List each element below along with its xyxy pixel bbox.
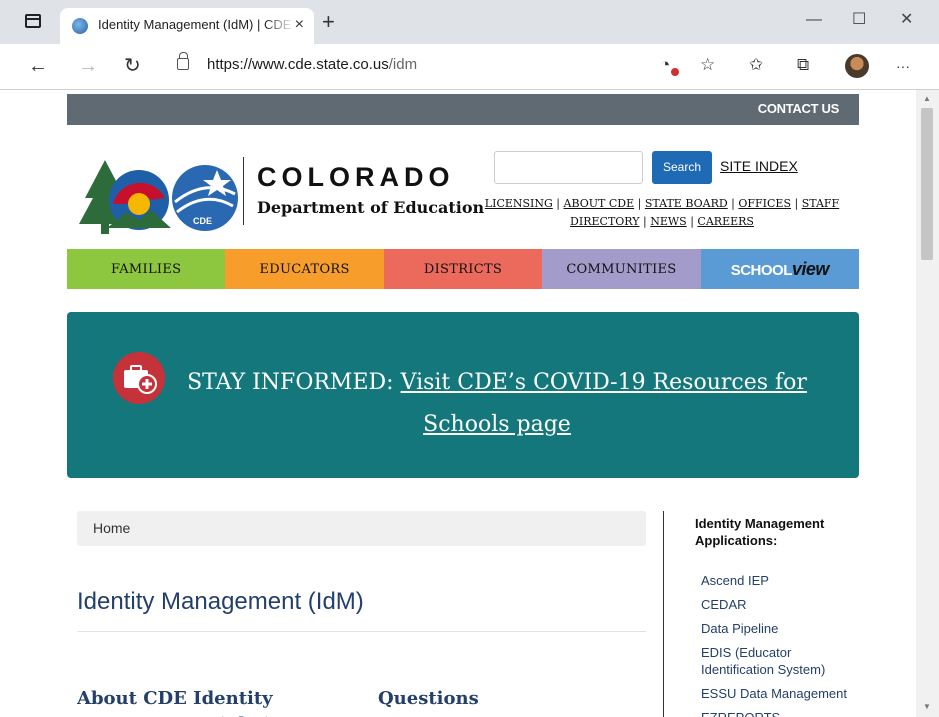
address-bar[interactable]: https://www.cde.state.co.us/idm [207,56,417,73]
settings-menu-icon[interactable]: ··· [896,56,910,76]
sidebar-heading: Identity Management Applications: [695,516,825,548]
logo-badge-text: CDE [193,216,212,226]
schoolview-logo: SCHOOLview [730,258,830,280]
sidebar-item-ezreports[interactable]: EZREPORTS [701,709,861,717]
banner-message: STAY INFORMED: Visit CDE’s COVID-19 Reso… [177,362,817,446]
sidebar-app-list: Ascend IEP CEDAR Data Pipeline EDIS (Edu… [701,572,861,717]
main-nav: FAMILIES EDUCATORS DISTRICTS COMMUNITIES… [67,249,860,289]
forward-button[interactable]: → [78,56,98,76]
back-button[interactable]: ← [28,56,48,76]
covid-banner: STAY INFORMED: Visit CDE’s COVID-19 Reso… [67,312,859,478]
sidebar-divider [663,511,664,717]
browser-tab-strip: Identity Management (IdM) | CDE × + — ☐ … [0,0,939,44]
page-title: Identity Management (IdM) [77,588,364,615]
nav-communities[interactable]: COMMUNITIES [542,249,701,289]
sidebar-item-edis[interactable]: EDIS (Educator Identification System) [701,644,861,678]
lock-icon[interactable] [177,52,189,70]
careers-link[interactable]: CAREERS [697,215,754,228]
minimize-button[interactable]: — [806,10,822,30]
scroll-thumb[interactable] [921,108,933,260]
search-input[interactable] [494,151,643,184]
active-tab[interactable]: Identity Management (IdM) | CDE × [60,8,314,44]
news-link[interactable]: NEWS [650,215,687,228]
tab-actions-icon[interactable] [25,14,41,28]
url-host: https://www.cde.state.co.us [207,56,389,73]
title-divider [77,631,646,632]
favorites-icon[interactable]: ✩ [749,55,763,75]
nav-schoolview[interactable]: SCHOOLview [700,249,860,289]
tab-close-icon[interactable]: × [295,16,304,34]
cde-page: CONTACT US CDE COLORADO Department of Ed… [67,90,861,717]
new-tab-button[interactable]: + [322,11,335,33]
colorado-wordmark: COLORADO [257,162,455,192]
questions-heading: Questions [378,688,479,709]
collections-icon[interactable]: ⧉ [797,55,809,75]
cde-logo-icon[interactable]: CDE [77,158,242,238]
tab-title: Identity Management (IdM) | CDE [98,17,292,32]
sidebar-item-cedar[interactable]: CEDAR [701,596,861,613]
covid-resources-link[interactable]: Visit CDE’s COVID-19 Resources for Schoo… [401,370,807,437]
sidebar-item-ascend-iep[interactable]: Ascend IEP [701,572,861,589]
logo-divider [243,157,244,225]
nav-districts[interactable]: DISTRICTS [383,249,543,289]
browser-toolbar: ← → ↻ https://www.cde.state.co.us/idm ◔ … [0,44,939,90]
blocked-badge-icon [671,68,679,76]
page-scrollbar[interactable]: ▲ ▼ [916,90,939,717]
breadcrumb: Home [77,511,646,546]
maximize-button[interactable]: ☐ [852,10,866,30]
search-button[interactable]: Search [652,151,712,184]
favicon-icon [72,18,88,34]
licensing-link[interactable]: LICENSING [485,197,553,210]
profile-avatar[interactable] [845,54,869,78]
schoolview-view: view [791,258,830,279]
about-idm-heading: About CDE Identity Management (IdM) [77,688,274,717]
add-favorite-icon[interactable]: ☆ [700,55,715,75]
sidebar-item-essu[interactable]: ESSU Data Management [701,685,861,702]
utility-links: LICENSING | ABOUT CDE | STATE BOARD | OF… [484,197,840,228]
state-board-link[interactable]: STATE BOARD [645,197,728,210]
department-wordmark: Department of Education [257,198,485,217]
tracking-prevention-icon[interactable]: ◔ [660,55,670,75]
utility-strip: CONTACT US [67,94,859,125]
window-close-button[interactable]: ✕ [900,10,913,30]
url-path: /idm [388,56,418,73]
reload-button[interactable]: ↻ [124,56,141,76]
nav-educators[interactable]: EDUCATORS [225,249,384,289]
sidebar-item-data-pipeline[interactable]: Data Pipeline [701,620,861,637]
banner-prefix: STAY INFORMED: [187,370,401,395]
scroll-up-icon[interactable]: ▲ [923,94,931,103]
scroll-down-icon[interactable]: ▼ [923,702,931,711]
contact-us-link[interactable]: CONTACT US [758,101,840,116]
medical-kit-icon [113,352,165,404]
nav-families[interactable]: FAMILIES [67,249,226,289]
breadcrumb-home[interactable]: Home [93,520,130,536]
about-cde-link[interactable]: ABOUT CDE [564,197,635,210]
page-viewport: CONTACT US CDE COLORADO Department of Ed… [0,90,916,717]
schoolview-school: SCHOOL [730,261,793,279]
offices-link[interactable]: OFFICES [738,197,791,210]
site-index-link[interactable]: SITE INDEX [720,158,798,174]
